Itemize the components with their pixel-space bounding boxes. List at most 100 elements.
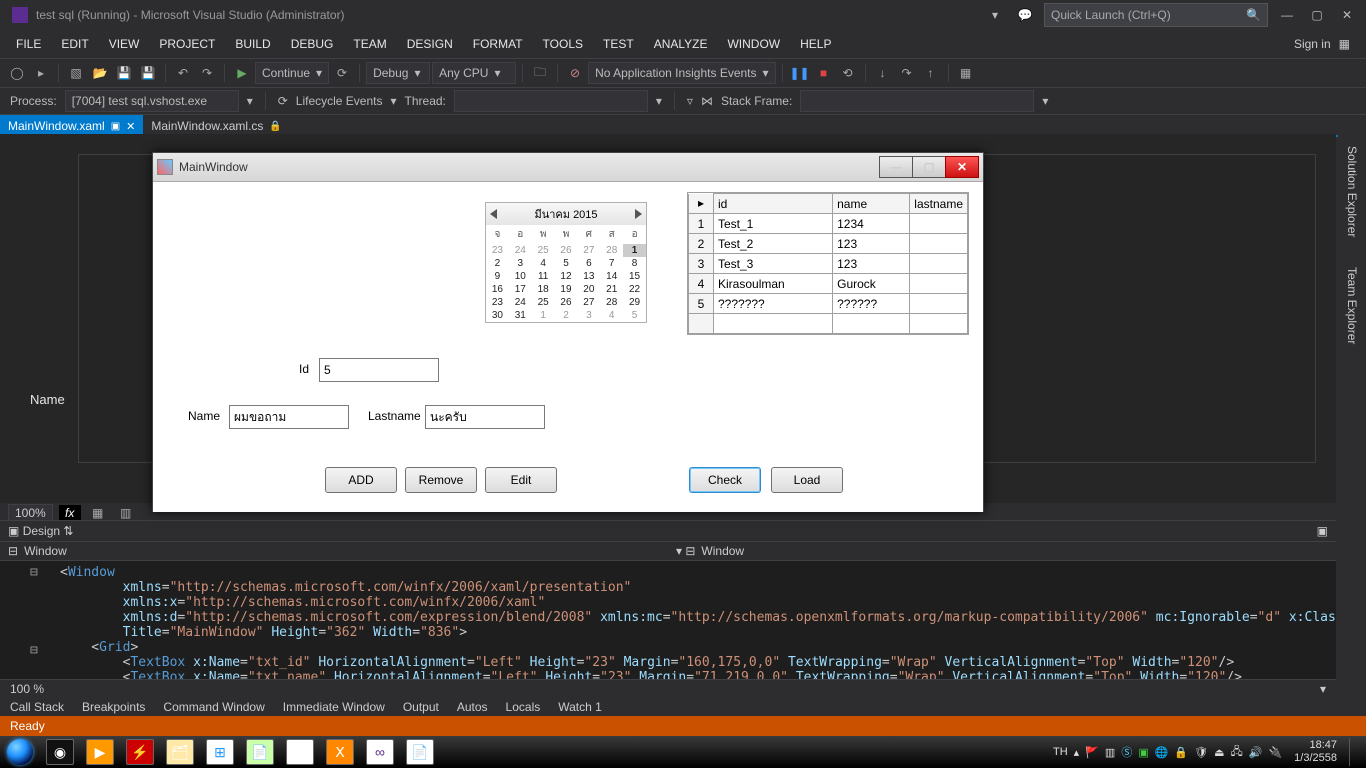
bottom-tab-command-window[interactable]: Command Window bbox=[163, 700, 264, 714]
cal-day[interactable]: 23 bbox=[486, 244, 509, 257]
cal-day[interactable]: 24 bbox=[509, 244, 532, 257]
design-xaml-splitter[interactable]: ▣ Design ⇅ ▣ bbox=[0, 520, 1336, 542]
tray-clock[interactable]: 18:471/3/2558 bbox=[1288, 739, 1343, 765]
zoom-dropdown[interactable]: 100% bbox=[8, 504, 53, 522]
cal-day[interactable]: 4 bbox=[532, 257, 555, 270]
undo-icon[interactable]: ↶ bbox=[172, 62, 194, 84]
fx-icon[interactable]: fx bbox=[59, 505, 81, 521]
check-button[interactable]: Check bbox=[689, 467, 761, 493]
table-row-new[interactable] bbox=[689, 314, 968, 334]
menu-file[interactable]: FILE bbox=[6, 30, 51, 58]
notifications-icon[interactable]: ▾ bbox=[986, 6, 1004, 24]
tray-volume-icon[interactable]: 🔊 bbox=[1249, 746, 1263, 759]
bottom-tab-immediate-window[interactable]: Immediate Window bbox=[283, 700, 385, 714]
cal-day[interactable]: 15 bbox=[623, 270, 646, 283]
collapse-icon[interactable]: ▣ bbox=[8, 524, 19, 538]
tray-idm-icon[interactable]: ▥ bbox=[1105, 746, 1115, 759]
menu-help[interactable]: HELP bbox=[790, 30, 841, 58]
table-row[interactable]: 5????????????? bbox=[689, 294, 968, 314]
lastname-field[interactable] bbox=[425, 405, 545, 429]
cal-day[interactable]: 4 bbox=[600, 309, 623, 322]
app-titlebar[interactable]: MainWindow — ▢ ✕ bbox=[153, 153, 983, 182]
cal-day[interactable]: 22 bbox=[623, 283, 646, 296]
tray-up-icon[interactable]: ▴ bbox=[1074, 746, 1080, 759]
cal-day[interactable]: 20 bbox=[577, 283, 600, 296]
app-minimize-button[interactable]: — bbox=[879, 156, 913, 178]
menu-edit[interactable]: EDIT bbox=[51, 30, 98, 58]
cal-day[interactable]: 1 bbox=[532, 309, 555, 322]
browser-icon[interactable]: 🗀 bbox=[529, 62, 551, 84]
step-into-icon[interactable]: ↓ bbox=[872, 62, 894, 84]
calendar[interactable]: มีนาคม 2015 จอพพศสอ232425262728123456789… bbox=[485, 202, 647, 323]
cal-day[interactable]: 5 bbox=[555, 257, 578, 270]
insights-dropdown[interactable]: No Application Insights Events▾ bbox=[588, 62, 775, 84]
tray-safe-icon[interactable]: 🔒 bbox=[1174, 746, 1188, 759]
cal-day[interactable]: 7 bbox=[600, 257, 623, 270]
open-file-icon[interactable]: 📂 bbox=[89, 62, 111, 84]
editor-scale[interactable]: 100 % bbox=[10, 682, 44, 696]
redo-icon[interactable]: ↷ bbox=[196, 62, 218, 84]
tray-usb-icon[interactable]: ⏏ bbox=[1214, 746, 1224, 759]
tray-flag-icon[interactable]: 🚩 bbox=[1085, 746, 1099, 759]
menu-debug[interactable]: DEBUG bbox=[281, 30, 344, 58]
bottom-tab-output[interactable]: Output bbox=[403, 700, 439, 714]
tray-line-icon[interactable]: ▣ bbox=[1138, 746, 1148, 759]
layout-icon[interactable]: ▦ bbox=[955, 62, 977, 84]
nav-fwd-icon[interactable]: ▸ bbox=[30, 62, 52, 84]
cal-day[interactable]: 5 bbox=[623, 309, 646, 322]
feedback-icon[interactable]: 💬 bbox=[1016, 6, 1034, 24]
id-field[interactable] bbox=[319, 358, 439, 382]
process-dropdown[interactable]: [7004] test sql.vshost.exe bbox=[65, 90, 239, 112]
tray-skype-icon[interactable]: Ⓢ bbox=[1121, 744, 1132, 760]
restart-icon[interactable]: ⟲ bbox=[837, 62, 859, 84]
bottom-tab-call-stack[interactable]: Call Stack bbox=[10, 700, 64, 714]
menu-team[interactable]: TEAM bbox=[343, 30, 396, 58]
edit-button[interactable]: Edit bbox=[485, 467, 557, 493]
add-button[interactable]: ADD bbox=[325, 467, 397, 493]
cal-day[interactable]: 30 bbox=[486, 309, 509, 322]
cal-day[interactable]: 27 bbox=[577, 296, 600, 309]
team-explorer-tab[interactable]: Team Explorer bbox=[1343, 259, 1361, 352]
maximize-button[interactable]: ▢ bbox=[1308, 6, 1326, 24]
step-over-icon[interactable]: ↷ bbox=[896, 62, 918, 84]
bottom-tab-watch-1[interactable]: Watch 1 bbox=[558, 700, 602, 714]
menu-tools[interactable]: TOOLS bbox=[533, 30, 593, 58]
app-maximize-button[interactable]: ▢ bbox=[912, 156, 946, 178]
xaml-right-nav[interactable]: ▾ ⊟ Window bbox=[668, 544, 1336, 558]
cal-day[interactable]: 31 bbox=[509, 309, 532, 322]
close-button[interactable]: ✕ bbox=[1338, 6, 1356, 24]
task-notes[interactable]: 📄 bbox=[240, 736, 280, 768]
grid-col-name[interactable]: name bbox=[833, 194, 910, 214]
start-button[interactable] bbox=[0, 736, 40, 768]
cal-day[interactable]: 14 bbox=[600, 270, 623, 283]
signin-link[interactable]: Sign in▦ bbox=[1284, 30, 1360, 58]
menu-design[interactable]: DESIGN bbox=[397, 30, 463, 58]
cal-day[interactable]: 17 bbox=[509, 283, 532, 296]
cal-day[interactable]: 3 bbox=[577, 309, 600, 322]
cal-day[interactable]: 12 bbox=[555, 270, 578, 283]
table-row[interactable]: 1Test_11234 bbox=[689, 214, 968, 234]
cal-day[interactable]: 11 bbox=[532, 270, 555, 283]
tray-power-icon[interactable]: 🔌 bbox=[1268, 746, 1282, 759]
cal-day[interactable]: 9 bbox=[486, 270, 509, 283]
continue-icon[interactable]: ▶ bbox=[231, 62, 253, 84]
xaml-code-editor[interactable]: ⊟<Window xmlns="http://schemas.microsoft… bbox=[0, 560, 1336, 680]
thread-dropdown[interactable] bbox=[454, 90, 648, 112]
cal-day[interactable]: 18 bbox=[532, 283, 555, 296]
cal-day[interactable]: 25 bbox=[532, 244, 555, 257]
minimize-button[interactable]: — bbox=[1278, 6, 1296, 24]
tray-net-icon[interactable]: 🌐 bbox=[1155, 746, 1169, 759]
menu-test[interactable]: TEST bbox=[593, 30, 644, 58]
pin-icon[interactable]: ▣ bbox=[111, 121, 120, 132]
expand-icon[interactable]: ▣ bbox=[1317, 524, 1328, 538]
cal-day[interactable]: 6 bbox=[577, 257, 600, 270]
cal-day[interactable]: 8 bbox=[623, 257, 646, 270]
continue-button[interactable]: Continue▾ bbox=[255, 62, 329, 84]
solution-explorer-tab[interactable]: Solution Explorer bbox=[1343, 138, 1361, 245]
remove-button[interactable]: Remove bbox=[405, 467, 477, 493]
cal-day[interactable]: 10 bbox=[509, 270, 532, 283]
name-field[interactable] bbox=[229, 405, 349, 429]
task-vs[interactable]: ∞ bbox=[360, 736, 400, 768]
task-chrome[interactable]: ◉ bbox=[280, 736, 320, 768]
cal-day[interactable]: 28 bbox=[600, 296, 623, 309]
